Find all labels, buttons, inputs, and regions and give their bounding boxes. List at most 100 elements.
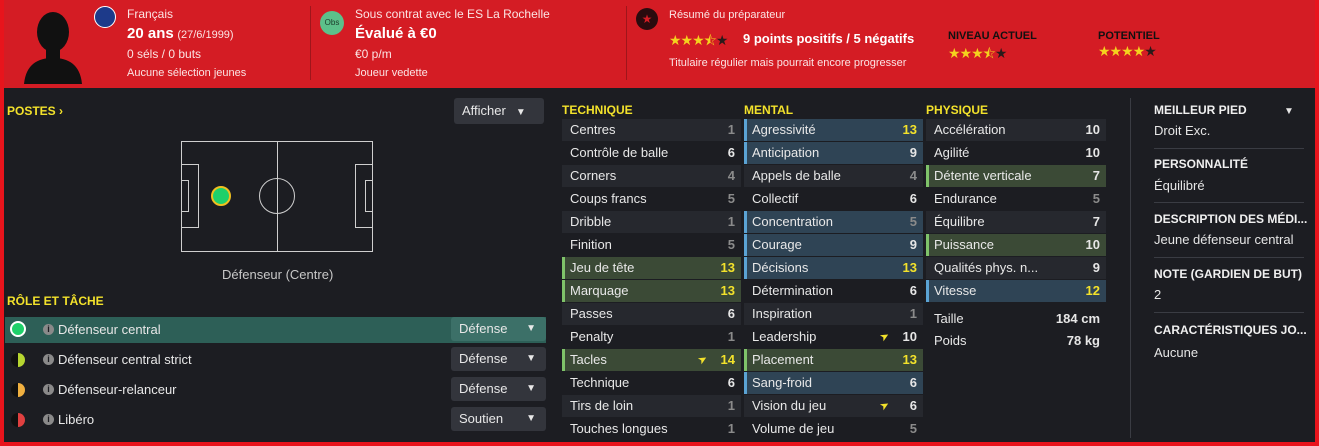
- attribute-label: Vitesse: [934, 283, 977, 298]
- attribute-value: 5: [727, 191, 735, 206]
- attribute-row[interactable]: Jeu de tête 13: [562, 257, 741, 279]
- current-ability-label: NIVEAU ACTUEL: [948, 30, 1037, 42]
- attribute-row[interactable]: Volume de jeu 5: [744, 418, 923, 440]
- obs-badge[interactable]: Obs: [320, 11, 344, 35]
- duty-dropdown[interactable]: Défense ▼: [451, 377, 546, 401]
- player-traits-title: CARACTÉRISTIQUES JO...: [1154, 323, 1307, 337]
- player-silhouette-icon: [24, 12, 82, 84]
- attribute-row[interactable]: Décisions 13: [744, 257, 923, 279]
- role-suitability-dot: [10, 321, 26, 337]
- attribute-row[interactable]: Finition 5: [562, 234, 741, 256]
- attribute-label: Collectif: [752, 191, 799, 206]
- attribute-row[interactable]: Contrôle de balle 6: [562, 142, 741, 164]
- attribute-label: Passes: [570, 306, 613, 321]
- attribute-value: 1: [727, 421, 735, 436]
- report-title[interactable]: Résumé du préparateur: [669, 9, 785, 21]
- attribute-value: 6: [909, 375, 917, 390]
- attribute-value: 9: [1092, 260, 1100, 275]
- duty-label: Soutien: [459, 411, 504, 426]
- attribute-row[interactable]: Technique 6: [562, 372, 741, 394]
- attribute-label: Décisions: [752, 260, 809, 275]
- attribute-row[interactable]: Vitesse 12: [926, 280, 1106, 302]
- report-stars: ★★★⯪★: [669, 32, 728, 48]
- show-dropdown[interactable]: Afficher ▼: [454, 98, 544, 124]
- attribute-value: 12: [1085, 283, 1100, 298]
- progress-arrow-icon: ➤: [877, 398, 892, 414]
- attribute-value: 7: [1092, 214, 1100, 229]
- attribute-label: Endurance: [934, 191, 997, 206]
- attribute-row[interactable]: Marquage 13: [562, 280, 741, 302]
- attribute-row[interactable]: Agressivité 13: [744, 119, 923, 141]
- preferred-foot-title: MEILLEUR PIED: [1154, 103, 1247, 117]
- positions-title[interactable]: POSTES ›: [7, 104, 63, 118]
- attribute-row[interactable]: Équilibre 7: [926, 211, 1106, 233]
- info-icon[interactable]: i: [43, 354, 54, 365]
- attribute-value: 1: [727, 122, 735, 137]
- attribute-row[interactable]: Placement 13: [744, 349, 923, 371]
- attribute-row[interactable]: Dribble 1: [562, 211, 741, 233]
- attribute-label: Anticipation: [752, 145, 820, 160]
- attribute-row[interactable]: Sang-froid 6: [744, 372, 923, 394]
- attribute-row[interactable]: Corners 4: [562, 165, 741, 187]
- attribute-label: Détente verticale: [934, 168, 1032, 183]
- attribute-value: 10: [1085, 237, 1100, 252]
- duty-label: Défense: [459, 351, 508, 366]
- attribute-row[interactable]: Inspiration 1: [744, 303, 923, 325]
- info-icon[interactable]: i: [43, 384, 54, 395]
- attribute-label: Placement: [752, 352, 814, 367]
- attribute-row[interactable]: Appels de balle 4: [744, 165, 923, 187]
- chevron-down-icon: ▼: [526, 413, 536, 424]
- attribute-row[interactable]: Vision du jeu ➤ 6: [744, 395, 923, 417]
- attribute-label: Agressivité: [752, 122, 816, 137]
- attribute-row[interactable]: Anticipation 9: [744, 142, 923, 164]
- attribute-row[interactable]: Détermination 6: [744, 280, 923, 302]
- attribute-row[interactable]: Collectif 6: [744, 188, 923, 210]
- info-icon[interactable]: i: [43, 414, 54, 425]
- role-row[interactable]: i Défenseur central strict Défense ▼: [5, 347, 546, 373]
- attribute-label: Accélération: [934, 122, 1006, 137]
- attribute-value: 1: [727, 329, 735, 344]
- attribute-row[interactable]: Endurance 5: [926, 188, 1106, 210]
- role-label: Défenseur central strict: [58, 352, 192, 367]
- attribute-row[interactable]: Leadership ➤ 10: [744, 326, 923, 348]
- chevron-down-icon[interactable]: ▼: [1284, 106, 1294, 117]
- position-marker-dc[interactable]: [211, 186, 231, 206]
- attribute-label: Coups francs: [570, 191, 647, 206]
- attribute-row[interactable]: Tacles ➤ 14: [562, 349, 741, 371]
- attribute-label: Dribble: [570, 214, 612, 229]
- attribute-label: Inspiration: [752, 306, 812, 321]
- role-row[interactable]: i Défenseur central Défense ▼: [5, 317, 546, 343]
- attribute-row[interactable]: Tirs de loin 1: [562, 395, 741, 417]
- info-icon[interactable]: i: [43, 324, 54, 335]
- attribute-row[interactable]: Centres 1: [562, 119, 741, 141]
- attribute-value: 1: [727, 214, 735, 229]
- weight-label: Poids: [934, 333, 967, 348]
- duty-dropdown[interactable]: Soutien ▼: [451, 407, 546, 431]
- attribute-row[interactable]: Penalty 1: [562, 326, 741, 348]
- attribute-row[interactable]: Accélération 10: [926, 119, 1106, 141]
- attribute-row[interactable]: Touches longues 1: [562, 418, 741, 440]
- attribute-label: Contrôle de balle: [570, 145, 669, 160]
- attribute-row[interactable]: Courage 9: [744, 234, 923, 256]
- roles-title: RÔLE ET TÂCHE: [7, 294, 104, 308]
- duty-dropdown[interactable]: Défense ▼: [451, 317, 546, 341]
- attribute-value: 14: [720, 352, 735, 367]
- attribute-label: Équilibre: [934, 214, 985, 229]
- weight-row: Poids 78 kg: [926, 330, 1106, 352]
- role-row[interactable]: i Défenseur-relanceur Défense ▼: [5, 377, 546, 403]
- separator: [1154, 312, 1304, 313]
- physique-title: PHYSIQUE: [926, 103, 989, 117]
- attribute-value: 10: [1085, 145, 1100, 160]
- attribute-row[interactable]: Concentration 5: [744, 211, 923, 233]
- attribute-row[interactable]: Passes 6: [562, 303, 741, 325]
- attribute-row[interactable]: Coups francs 5: [562, 188, 741, 210]
- attribute-row[interactable]: Puissance 10: [926, 234, 1106, 256]
- attribute-row[interactable]: Détente verticale 7: [926, 165, 1106, 187]
- contract-club[interactable]: Sous contrat avec le ES La Rochelle: [355, 7, 550, 21]
- attribute-row[interactable]: Agilité 10: [926, 142, 1106, 164]
- duty-label: Défense: [459, 321, 508, 336]
- role-row[interactable]: i Libéro Soutien ▼: [5, 407, 546, 433]
- duty-dropdown[interactable]: Défense ▼: [451, 347, 546, 371]
- age-line: 20 ans (27/6/1999): [127, 25, 234, 42]
- attribute-row[interactable]: Qualités phys. n... 9: [926, 257, 1106, 279]
